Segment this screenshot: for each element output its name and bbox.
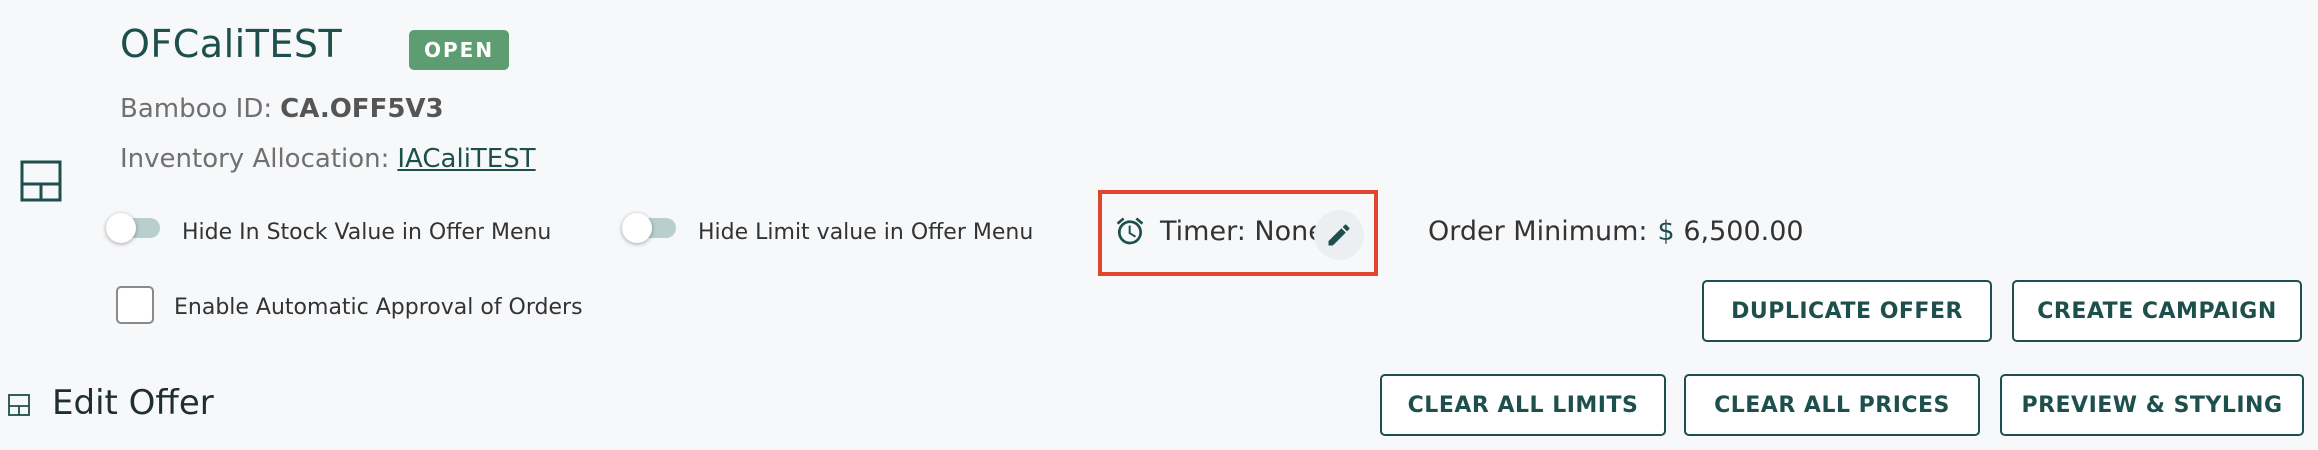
clear-all-limits-button[interactable]: CLEAR ALL LIMITS	[1380, 374, 1666, 436]
layout-icon	[8, 394, 30, 416]
hide-limit-toggle[interactable]	[622, 213, 676, 243]
bamboo-id-value: CA.OFF5V3	[280, 94, 444, 124]
order-minimum-value: 6,500.00	[1683, 216, 1804, 247]
layout-icon	[20, 160, 62, 202]
auto-approval-label: Enable Automatic Approval of Orders	[174, 295, 583, 320]
status-badge: OPEN	[409, 30, 510, 70]
offer-title: OFCaliTEST	[120, 22, 343, 66]
preview-styling-button[interactable]: PREVIEW & STYLING	[2000, 374, 2304, 436]
clear-all-prices-button[interactable]: CLEAR ALL PRICES	[1684, 374, 1980, 436]
toggle-knob	[622, 213, 652, 243]
create-campaign-button[interactable]: CREATE CAMPAIGN	[2012, 280, 2302, 342]
hide-in-stock-toggle[interactable]	[106, 213, 160, 243]
hide-in-stock-label: Hide In Stock Value in Offer Menu	[182, 220, 552, 245]
edit-offer-title: Edit Offer	[52, 383, 214, 423]
order-minimum: Order Minimum: $ 6,500.00	[1428, 216, 1804, 247]
duplicate-offer-button[interactable]: DUPLICATE OFFER	[1702, 280, 1992, 342]
inventory-allocation-label: Inventory Allocation:	[120, 144, 390, 174]
hide-limit-label: Hide Limit value in Offer Menu	[698, 220, 1034, 245]
order-minimum-label: Order Minimum:	[1428, 216, 1648, 247]
inventory-allocation-link[interactable]: IACaliTEST	[397, 144, 535, 174]
pencil-icon	[1328, 224, 1350, 246]
timer-label: Timer: None	[1160, 216, 1325, 247]
alarm-clock-icon	[1116, 217, 1144, 245]
edit-timer-button[interactable]	[1314, 210, 1364, 260]
bamboo-id-label: Bamboo ID:	[120, 94, 273, 124]
order-minimum-currency: $	[1657, 216, 1675, 247]
auto-approval-checkbox[interactable]	[116, 286, 154, 324]
inventory-allocation-row: Inventory Allocation: IACaliTEST	[120, 144, 536, 174]
bamboo-id-row: Bamboo ID: CA.OFF5V3	[120, 94, 444, 124]
toggle-knob	[106, 213, 136, 243]
